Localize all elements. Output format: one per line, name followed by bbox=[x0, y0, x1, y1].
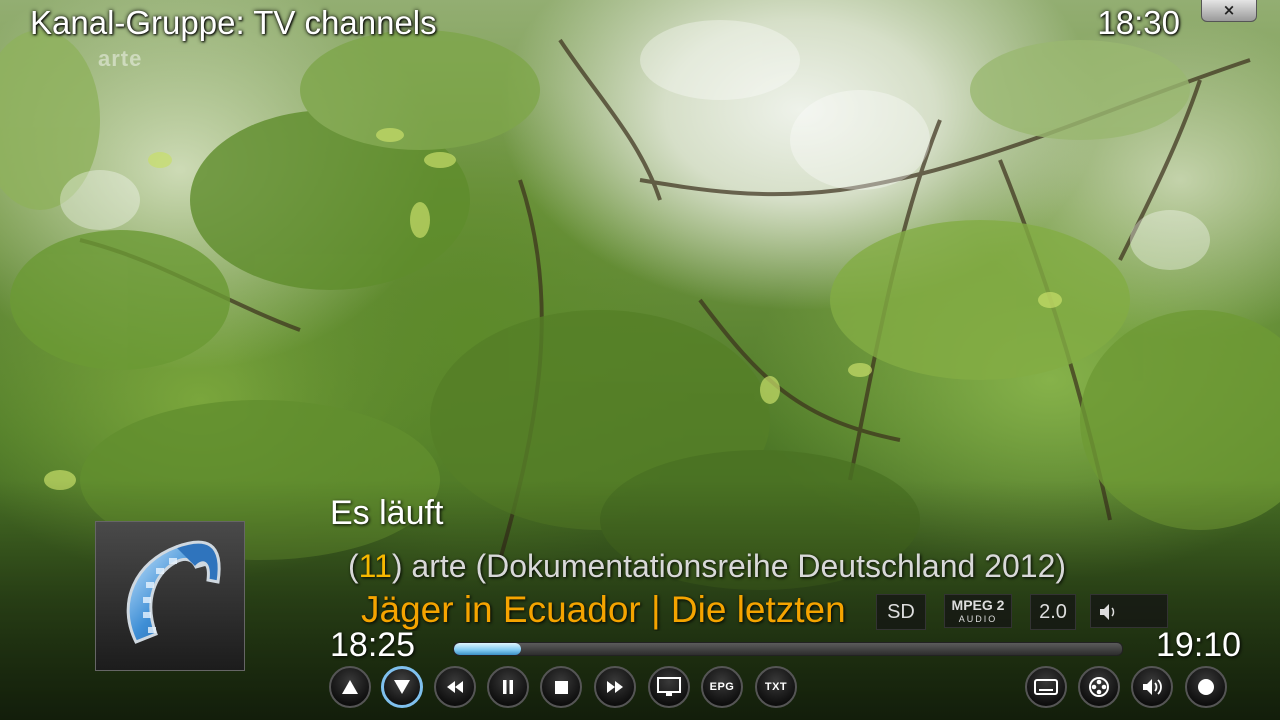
channel-description: arte (Dokumentationsreihe Deutschland 20… bbox=[411, 548, 1067, 584]
rewind-icon bbox=[447, 681, 463, 693]
epg-label: EPG bbox=[709, 681, 735, 693]
channel-down-button[interactable] bbox=[381, 666, 423, 708]
rewind-button[interactable] bbox=[434, 666, 476, 708]
progress-fill bbox=[454, 643, 521, 655]
triangle-down-icon bbox=[394, 680, 410, 694]
speaker-icon bbox=[1100, 604, 1115, 620]
close-icon: × bbox=[1222, 1, 1236, 19]
teletext-button[interactable]: TXT bbox=[755, 666, 797, 708]
tv-button[interactable] bbox=[648, 666, 690, 708]
stop-button[interactable] bbox=[540, 666, 582, 708]
stop-icon bbox=[554, 680, 568, 694]
programme-progress-bar[interactable] bbox=[453, 642, 1123, 656]
page-title: Kanal-Gruppe: TV channels bbox=[30, 4, 437, 41]
fast-forward-button[interactable] bbox=[594, 666, 636, 708]
audio-codec-sublabel: AUDIO bbox=[958, 614, 998, 624]
tv-icon bbox=[657, 677, 681, 696]
channel-watermark: arte bbox=[98, 46, 143, 71]
subtitles-icon bbox=[1034, 679, 1058, 695]
subtitles-button[interactable] bbox=[1025, 666, 1067, 708]
pause-icon bbox=[503, 680, 513, 694]
volume-badge bbox=[1090, 594, 1168, 628]
audio-codec-badge: MPEG 2 AUDIO bbox=[944, 594, 1012, 628]
channel-thumbnail bbox=[95, 521, 245, 671]
pause-button[interactable] bbox=[487, 666, 529, 708]
close-button[interactable]: × bbox=[1201, 0, 1257, 22]
triangle-up-icon bbox=[342, 680, 358, 694]
film-reel-icon bbox=[1089, 677, 1109, 697]
channel-up-button[interactable] bbox=[329, 666, 371, 708]
fast-forward-icon bbox=[607, 681, 623, 693]
audio-settings-button[interactable] bbox=[1131, 666, 1173, 708]
teletext-label: TXT bbox=[764, 681, 788, 693]
programme-title: Jäger in Ecuador | Die letzten bbox=[361, 589, 846, 630]
video-settings-button[interactable] bbox=[1078, 666, 1120, 708]
channel-number: 11 bbox=[358, 548, 392, 584]
now-playing-label: Es läuft bbox=[330, 494, 444, 532]
speaker-icon bbox=[1143, 679, 1162, 695]
epg-button[interactable]: EPG bbox=[701, 666, 743, 708]
start-time: 18:25 bbox=[330, 626, 416, 664]
channel-info: (11) arte (Dokumentationsreihe Deutschla… bbox=[348, 548, 1067, 584]
resolution-badge: SD bbox=[876, 594, 926, 630]
clock: 18:30 bbox=[1097, 4, 1180, 41]
film-strip-icon bbox=[126, 540, 221, 644]
audio-codec-label: MPEG 2 bbox=[951, 597, 1005, 613]
record-icon bbox=[1198, 679, 1214, 695]
record-button[interactable] bbox=[1185, 666, 1227, 708]
end-time: 19:10 bbox=[1156, 626, 1242, 664]
audio-channels-badge: 2.0 bbox=[1030, 594, 1076, 630]
